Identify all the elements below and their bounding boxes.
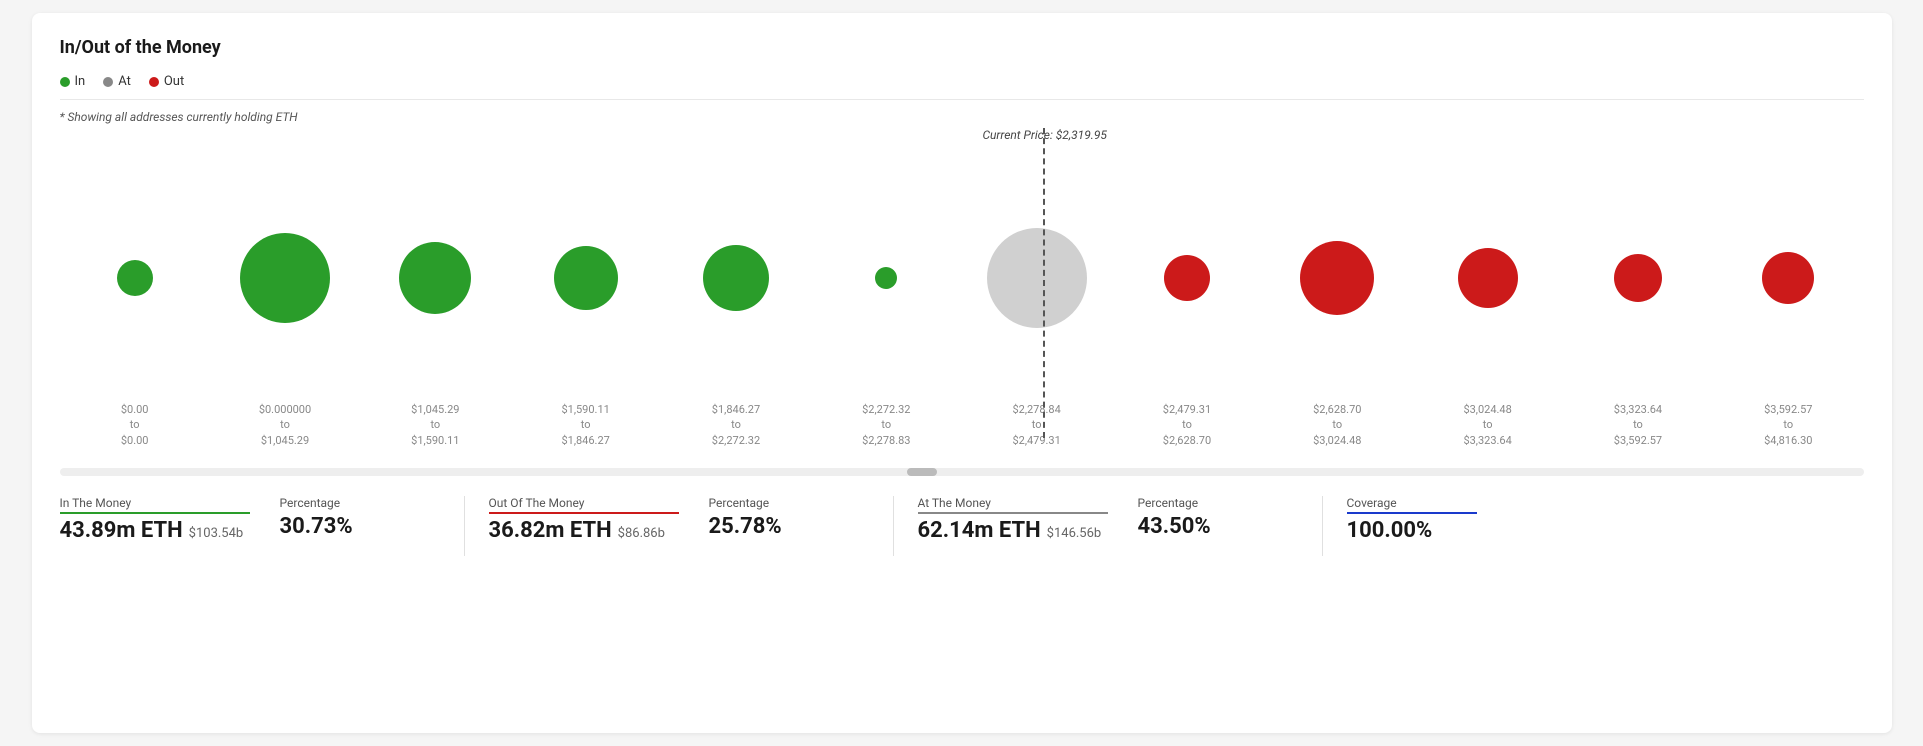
x-label-10: $3,323.64to$3,592.57: [1563, 402, 1713, 448]
out-pct-block: Percentage 25.78%: [709, 496, 869, 539]
main-card: In/Out of the Money In At Out * Showing …: [32, 13, 1892, 733]
in-dot-icon: [60, 77, 70, 87]
bubble-6: [987, 228, 1087, 328]
out-usd: $86.86b: [618, 526, 665, 541]
bubbles-row: [60, 168, 1864, 388]
legend-at-label: At: [118, 74, 131, 89]
bubble-4: [703, 245, 769, 311]
bubble-col-6: [961, 168, 1111, 388]
in-the-money-eth: 43.89m ETH: [60, 518, 183, 543]
chart-note: * Showing all addresses currently holdin…: [60, 110, 1864, 124]
at-usd: $146.56b: [1047, 526, 1102, 541]
bubble-10: [1614, 254, 1662, 302]
pct-label-3: Percentage: [1138, 496, 1268, 510]
x-label-0: $0.00to$0.00: [60, 402, 210, 448]
out-of-the-money-value: 36.82m ETH $86.86b: [489, 518, 679, 543]
x-label-5: $2,272.32to$2,278.83: [811, 402, 961, 448]
x-axis: $0.00to$0.00$0.000000to$1,045.29$1,045.2…: [60, 402, 1864, 448]
bubble-col-8: [1262, 168, 1412, 388]
bubble-col-9: [1412, 168, 1562, 388]
at-eth: 62.14m ETH: [918, 518, 1041, 543]
bubble-col-4: [661, 168, 811, 388]
out-of-the-money-block: Out Of The Money 36.82m ETH $86.86b: [489, 496, 709, 543]
bubble-7: [1164, 255, 1210, 301]
in-the-money-block: In The Money 43.89m ETH $103.54b: [60, 496, 280, 543]
current-price-label: Current Price: $2,319.95: [982, 128, 1106, 142]
at-dot-icon: [103, 77, 113, 87]
bubble-3: [554, 246, 618, 310]
price-line: Current Price: $2,319.95: [1043, 128, 1045, 438]
out-pct-value: 25.78%: [709, 514, 839, 539]
in-the-money-usd: $103.54b: [189, 526, 244, 541]
legend-in: In: [60, 74, 86, 89]
x-label-9: $3,024.48to$3,323.64: [1412, 402, 1562, 448]
bubble-col-11: [1713, 168, 1863, 388]
bubble-col-2: [360, 168, 510, 388]
x-label-6: $2,278.84to$2,479.31: [961, 402, 1111, 448]
in-the-money-value: 43.89m ETH $103.54b: [60, 518, 250, 543]
divider-3: [1322, 496, 1323, 556]
legend: In At Out: [60, 74, 1864, 100]
at-the-money-block: At The Money 62.14m ETH $146.56b: [918, 496, 1138, 543]
coverage-label: Coverage: [1347, 496, 1477, 514]
x-label-4: $1,846.27to$2,272.32: [661, 402, 811, 448]
bubble-1: [240, 233, 330, 323]
bubble-col-5: [811, 168, 961, 388]
in-pct-value: 30.73%: [280, 514, 410, 539]
scrollbar-thumb[interactable]: [907, 468, 937, 476]
in-the-money-pct-block: Percentage 30.73%: [280, 496, 440, 539]
legend-out-label: Out: [164, 74, 184, 89]
bubble-col-3: [510, 168, 660, 388]
out-of-the-money-label: Out Of The Money: [489, 496, 679, 514]
coverage-block: Coverage 100.00%: [1347, 496, 1507, 543]
page-title: In/Out of the Money: [60, 37, 1864, 58]
bubble-5: [875, 267, 897, 289]
bubble-col-10: [1563, 168, 1713, 388]
x-label-2: $1,045.29to$1,590.11: [360, 402, 510, 448]
x-label-1: $0.000000to$1,045.29: [210, 402, 360, 448]
bubble-0: [117, 260, 153, 296]
legend-in-label: In: [75, 74, 86, 89]
legend-at: At: [103, 74, 131, 89]
at-pct-block: Percentage 43.50%: [1138, 496, 1298, 539]
out-eth: 36.82m ETH: [489, 518, 612, 543]
chart-area: Current Price: $2,319.95 $0.00to$0.00$0.…: [60, 128, 1864, 468]
scrollbar[interactable]: [60, 468, 1864, 476]
stats-row: In The Money 43.89m ETH $103.54b Percent…: [60, 496, 1864, 556]
x-label-3: $1,590.11to$1,846.27: [510, 402, 660, 448]
legend-out: Out: [149, 74, 184, 89]
at-the-money-label: At The Money: [918, 496, 1108, 514]
divider-2: [893, 496, 894, 556]
x-label-8: $2,628.70to$3,024.48: [1262, 402, 1412, 448]
bubble-col-1: [210, 168, 360, 388]
x-label-11: $3,592.57to$4,816.30: [1713, 402, 1863, 448]
bubble-8: [1300, 241, 1374, 315]
pct-label-1: Percentage: [280, 496, 410, 510]
pct-label-2: Percentage: [709, 496, 839, 510]
coverage-value: 100.00%: [1347, 518, 1477, 543]
in-the-money-label: In The Money: [60, 496, 250, 514]
divider-1: [464, 496, 465, 556]
at-pct-value: 43.50%: [1138, 514, 1268, 539]
bubble-col-0: [60, 168, 210, 388]
bubble-2: [399, 242, 471, 314]
bubble-col-7: [1112, 168, 1262, 388]
bubble-11: [1762, 252, 1814, 304]
at-the-money-value: 62.14m ETH $146.56b: [918, 518, 1108, 543]
bubble-9: [1458, 248, 1518, 308]
out-dot-icon: [149, 77, 159, 87]
x-label-7: $2,479.31to$2,628.70: [1112, 402, 1262, 448]
